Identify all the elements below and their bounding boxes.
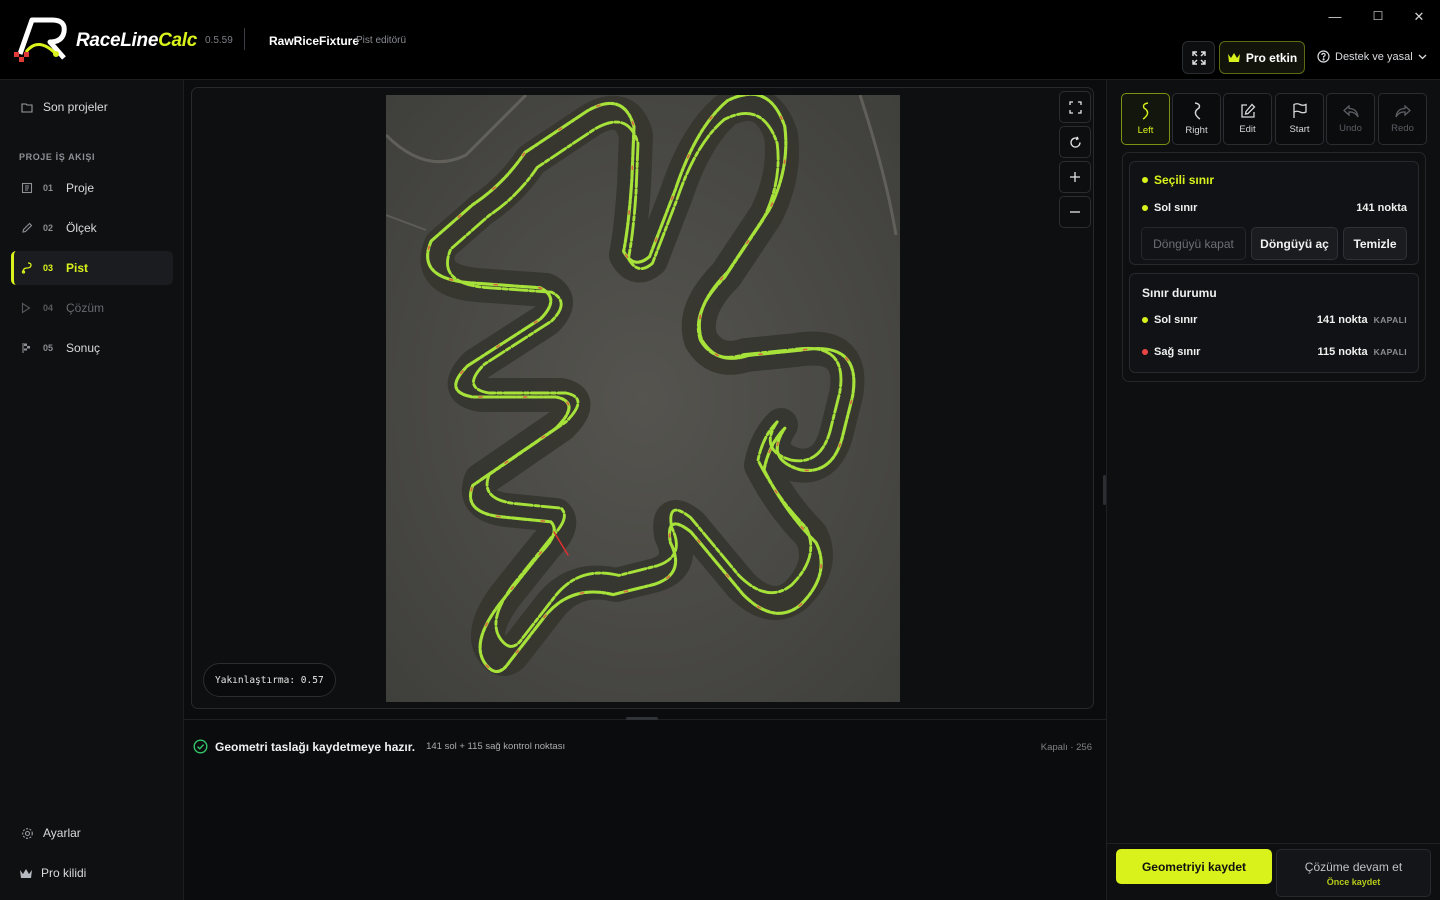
reset-view-button[interactable] bbox=[1059, 126, 1091, 158]
fullscreen-button[interactable] bbox=[1182, 41, 1215, 74]
refresh-icon bbox=[1069, 136, 1081, 148]
minimize-button[interactable]: — bbox=[1325, 9, 1345, 24]
folder-icon bbox=[21, 102, 43, 113]
sidebar-item-proje[interactable]: 01 Proje bbox=[11, 171, 173, 205]
project-icon bbox=[21, 182, 43, 194]
workflow-section-label: PROJE İŞ AKIŞI bbox=[19, 152, 96, 162]
clear-button[interactable]: Temizle bbox=[1343, 227, 1407, 260]
main-area: Yakınlaştırma: 0.57 Geometri taslağı kay… bbox=[184, 80, 1106, 900]
splitter-handle[interactable] bbox=[626, 717, 658, 720]
left-boundary-status-row: Sol sınır 141 nokta KAPALI bbox=[1142, 314, 1407, 326]
maximize-button[interactable]: ☐ bbox=[1368, 9, 1388, 23]
status-message: Geometri taslağı kaydetmeye hazır. 141 s… bbox=[193, 739, 565, 754]
tool-redo-button[interactable]: Redo bbox=[1378, 93, 1427, 145]
satellite-map[interactable] bbox=[386, 95, 900, 702]
app-logo bbox=[14, 17, 67, 62]
continue-hint: Önce kaydet bbox=[1326, 876, 1381, 887]
status-summary: Kapalı · 256 bbox=[1040, 742, 1092, 753]
recent-projects-link[interactable]: Son projeler bbox=[11, 90, 173, 124]
selected-dot bbox=[1142, 177, 1148, 183]
support-menu[interactable]: Destek ve yasal bbox=[1317, 50, 1427, 63]
close-loop-button[interactable]: Döngüyü kapat bbox=[1141, 227, 1246, 260]
left-boundary-icon bbox=[1142, 102, 1148, 120]
project-name: RawRiceFixture bbox=[269, 34, 360, 48]
status-badge: KAPALI bbox=[1373, 347, 1407, 357]
tool-right-button[interactable]: Right bbox=[1172, 93, 1221, 145]
track-icon bbox=[21, 262, 43, 274]
actions-divider bbox=[1107, 843, 1440, 844]
app-name: RaceLineCalc bbox=[76, 30, 198, 51]
right-panel-grip[interactable] bbox=[1103, 475, 1106, 505]
project-subtitle: Pist editörü bbox=[356, 35, 407, 46]
selected-boundary-row: Sol sınır 141 nokta bbox=[1142, 202, 1407, 214]
close-button[interactable]: ✕ bbox=[1409, 9, 1429, 25]
gear-icon bbox=[21, 827, 43, 840]
tool-start-button[interactable]: Start bbox=[1275, 93, 1324, 145]
tool-left-button[interactable]: Left bbox=[1121, 93, 1170, 145]
frame-icon bbox=[1068, 100, 1082, 114]
right-boundary-icon bbox=[1194, 102, 1200, 120]
open-loop-button[interactable]: Döngüyü aç bbox=[1251, 227, 1338, 260]
fit-view-button[interactable] bbox=[1059, 91, 1091, 123]
sidebar: Son projeler PROJE İŞ AKIŞI 01 Proje 02 … bbox=[0, 80, 184, 900]
chevron-down-icon bbox=[1418, 54, 1427, 59]
selected-boundary-card: Seçili sınır Sol sınır 141 nokta Döngüyü… bbox=[1129, 161, 1419, 265]
tool-edit-button[interactable]: Edit bbox=[1223, 93, 1272, 145]
right-boundary-status-row: Sağ sınır 115 nokta KAPALI bbox=[1142, 346, 1407, 358]
plus-icon bbox=[1070, 172, 1080, 182]
redo-icon bbox=[1394, 104, 1411, 117]
track-overlay bbox=[386, 95, 900, 702]
title-separator bbox=[244, 28, 245, 50]
left-boundary-dot bbox=[1142, 205, 1148, 211]
tool-undo-button[interactable]: Undo bbox=[1326, 93, 1375, 145]
status-title: Geometri taslağı kaydetmeye hazır. bbox=[215, 739, 416, 754]
track-canvas[interactable]: Yakınlaştırma: 0.57 bbox=[191, 87, 1094, 709]
pencil-icon bbox=[21, 222, 43, 234]
sidebar-item-pist[interactable]: 03 Pist bbox=[11, 251, 173, 285]
left-boundary-dot bbox=[1142, 317, 1148, 323]
boundary-status-card: Sınır durumu Sol sınır 141 nokta KAPALI … bbox=[1129, 273, 1419, 373]
sidebar-item-sonuc[interactable]: 05 Sonuç bbox=[11, 331, 173, 365]
zoom-out-button[interactable] bbox=[1059, 196, 1091, 228]
crown-icon bbox=[1227, 53, 1240, 62]
help-icon bbox=[1317, 50, 1330, 63]
flag-icon bbox=[1293, 103, 1307, 118]
undo-icon bbox=[1342, 104, 1359, 117]
save-geometry-button[interactable]: Geometriyi kaydet bbox=[1116, 849, 1272, 884]
play-icon bbox=[21, 302, 43, 314]
boundary-status-title: Sınır durumu bbox=[1142, 286, 1217, 300]
status-detail: 141 sol + 115 sağ kontrol noktası bbox=[426, 741, 566, 752]
pro-button[interactable]: Pro etkin bbox=[1219, 41, 1305, 74]
zoom-in-button[interactable] bbox=[1059, 161, 1091, 193]
minus-icon bbox=[1070, 211, 1080, 213]
checkered-flag-icon bbox=[21, 342, 43, 354]
app-version: 0.5.59 bbox=[205, 35, 233, 46]
crown-icon bbox=[19, 868, 41, 879]
check-circle-icon bbox=[193, 739, 208, 754]
title-bar: RaceLineCalc 0.5.59 RawRiceFixture Pist … bbox=[0, 0, 1440, 80]
right-panel: Left Right Edit Start Undo Redo Seçili s… bbox=[1107, 80, 1440, 900]
selected-boundary-title: Seçili sınır bbox=[1142, 173, 1407, 187]
sidebar-item-olcek[interactable]: 02 Ölçek bbox=[11, 211, 173, 245]
sidebar-item-cozum[interactable]: 04 Çözüm bbox=[11, 291, 173, 325]
settings-link[interactable]: Ayarlar bbox=[11, 816, 173, 850]
pro-lock-link[interactable]: Pro kilidi bbox=[11, 856, 173, 890]
expand-icon bbox=[1191, 50, 1206, 65]
edit-icon bbox=[1240, 103, 1255, 118]
zoom-indicator: Yakınlaştırma: 0.57 bbox=[203, 663, 336, 697]
status-badge: KAPALI bbox=[1373, 315, 1407, 325]
right-boundary-dot bbox=[1142, 349, 1148, 355]
continue-solution-button[interactable]: Çözüme devam et Önce kaydet bbox=[1276, 849, 1431, 897]
